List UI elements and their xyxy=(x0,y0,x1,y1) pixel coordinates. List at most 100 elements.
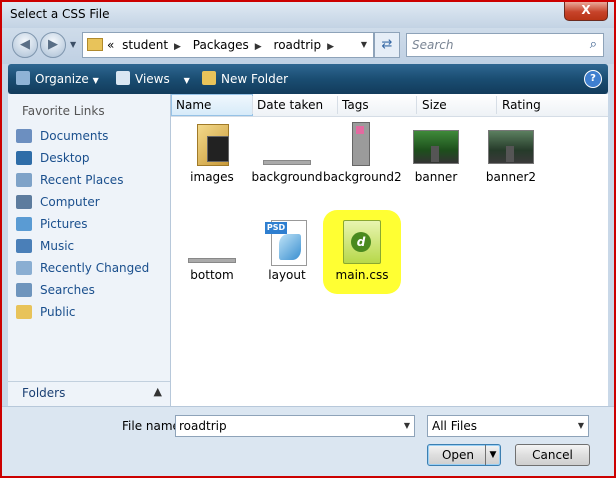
folder-icon xyxy=(87,38,103,51)
sidebar-item-label: Desktop xyxy=(40,151,90,165)
file-item-background2[interactable]: background2 xyxy=(323,122,402,184)
organize-button[interactable]: Organize ▼ xyxy=(16,71,99,86)
refresh-button[interactable]: ⇄ xyxy=(374,32,400,58)
chevron-down-icon: ▼ xyxy=(92,76,99,85)
folders-toggle[interactable]: Folders ▲ xyxy=(8,381,170,406)
file-dialog-window: Select a CSS File X ◀ ▶ ▼ « student ▶ Pac… xyxy=(0,0,616,478)
sidebar-item-public[interactable]: Public xyxy=(16,302,76,322)
recently-changed-icon xyxy=(16,261,32,275)
sidebar-item-label: Searches xyxy=(40,283,95,297)
column-header-name[interactable]: Name xyxy=(171,94,253,116)
road-image-icon xyxy=(413,122,459,166)
folders-label: Folders xyxy=(22,386,66,400)
sidebar-item-label: Public xyxy=(40,305,76,319)
back-arrow-icon: ◀ xyxy=(20,37,30,52)
back-button[interactable]: ◀ xyxy=(12,32,38,58)
help-button[interactable]: ? xyxy=(584,70,602,88)
file-item-bottom[interactable]: bottom xyxy=(174,220,250,282)
refresh-icon: ⇄ xyxy=(381,37,393,52)
folder-icon xyxy=(195,122,229,166)
sidebar-item-recently-changed[interactable]: Recently Changed xyxy=(16,258,149,278)
file-name: bottom xyxy=(190,268,234,282)
organize-label: Organize xyxy=(35,72,89,86)
search-box[interactable]: Search ⌕ xyxy=(406,33,604,57)
breadcrumb-item-roadtrip[interactable]: roadtrip xyxy=(274,38,322,52)
chevron-down-icon: ▼ xyxy=(577,421,584,430)
breadcrumb-item-packages[interactable]: Packages xyxy=(193,38,249,52)
sidebar-item-searches[interactable]: Searches xyxy=(16,280,95,300)
chevron-down-icon[interactable]: ▼ xyxy=(404,421,410,430)
file-name: banner xyxy=(414,170,458,184)
file-item-main-css[interactable]: d main.css xyxy=(323,210,401,294)
column-header-tags[interactable]: Tags xyxy=(342,98,369,116)
road-image-icon xyxy=(488,122,534,166)
breadcrumb-arrow-icon[interactable]: ▶ xyxy=(255,42,262,52)
file-item-layout[interactable]: PSD layout xyxy=(249,220,325,282)
sidebar-item-documents[interactable]: Documents xyxy=(16,126,108,146)
sidebar-item-computer[interactable]: Computer xyxy=(16,192,100,212)
open-options-dropdown[interactable]: ▼ xyxy=(485,445,500,465)
tall-image-icon xyxy=(352,122,370,166)
file-item-banner[interactable]: banner xyxy=(398,122,474,184)
file-name: background2 xyxy=(323,170,402,184)
favorite-links-heading: Favorite Links xyxy=(22,104,105,118)
breadcrumb-arrow-icon[interactable]: ▶ xyxy=(327,42,334,52)
recent-pages-chevron-icon[interactable]: ▼ xyxy=(70,40,76,49)
help-icon: ? xyxy=(590,73,596,84)
cancel-button[interactable]: Cancel xyxy=(515,444,590,466)
file-name: background xyxy=(251,170,323,184)
file-list-pane: Name Date taken Tags Size Rating images … xyxy=(171,94,608,406)
sidebar-item-pictures[interactable]: Pictures xyxy=(16,214,88,234)
breadcrumb-overflow[interactable]: « xyxy=(107,38,114,52)
breadcrumb: « student ▶ Packages ▶ roadtrip ▶ xyxy=(107,38,342,52)
open-button[interactable]: Open ▼ xyxy=(427,444,501,466)
file-name: layout xyxy=(268,268,306,282)
breadcrumb-item-student[interactable]: student xyxy=(122,38,168,52)
close-button[interactable]: X xyxy=(564,2,608,21)
new-folder-label: New Folder xyxy=(221,72,289,86)
column-header-rating[interactable]: Rating xyxy=(502,98,541,116)
sidebar-item-recent-places[interactable]: Recent Places xyxy=(16,170,123,190)
computer-icon xyxy=(16,195,32,209)
breadcrumb-arrow-icon[interactable]: ▶ xyxy=(174,42,181,52)
forward-button[interactable]: ▶ xyxy=(40,32,66,58)
column-separator[interactable] xyxy=(496,96,497,114)
sidebar-item-desktop[interactable]: Desktop xyxy=(16,148,90,168)
new-folder-button[interactable]: New Folder xyxy=(202,71,288,86)
css-file-icon: d xyxy=(343,220,381,264)
file-name: images xyxy=(190,170,234,184)
address-bar[interactable]: « student ▶ Packages ▶ roadtrip ▶ ▼ xyxy=(82,32,374,58)
search-input[interactable]: Search xyxy=(412,38,454,52)
views-icon xyxy=(116,71,130,85)
column-separator[interactable] xyxy=(337,96,338,114)
organize-icon xyxy=(16,71,30,85)
searches-icon xyxy=(16,283,32,297)
psd-file-icon: PSD xyxy=(265,220,309,266)
views-button[interactable]: Views ▼ xyxy=(116,71,190,86)
views-label: Views xyxy=(135,72,170,86)
file-item-banner2[interactable]: banner2 xyxy=(473,122,549,184)
column-header-row: Name Date taken Tags Size Rating xyxy=(171,94,608,117)
sidebar-item-label: Documents xyxy=(40,129,109,143)
column-separator[interactable] xyxy=(252,96,253,114)
sidebar-item-label: Recent Places xyxy=(40,173,124,187)
address-dropdown-icon[interactable]: ▼ xyxy=(361,40,367,49)
address-row: ◀ ▶ ▼ « student ▶ Packages ▶ roadtrip ▶ ▼ ⇄… xyxy=(2,28,614,64)
file-item-background[interactable]: background xyxy=(249,122,325,184)
chevron-down-icon: ▼ xyxy=(183,76,190,85)
bar-image-icon xyxy=(188,220,236,264)
file-type-select[interactable]: All Files ▼ xyxy=(427,415,589,437)
sidebar-item-label: Music xyxy=(40,239,75,253)
file-item-images[interactable]: images xyxy=(174,122,250,184)
title-bar[interactable]: Select a CSS File X xyxy=(2,2,614,28)
column-separator[interactable] xyxy=(416,96,417,114)
file-name: main.css xyxy=(335,268,389,282)
search-icon[interactable]: ⌕ xyxy=(590,37,597,52)
column-header-size[interactable]: Size xyxy=(422,98,447,116)
sidebar-item-music[interactable]: Music xyxy=(16,236,74,256)
desktop-icon xyxy=(16,151,32,165)
file-name-field[interactable]: roadtrip ▼ xyxy=(175,415,415,437)
command-bar: Organize ▼ Views ▼ New Folder ? xyxy=(8,64,608,94)
column-header-date-taken[interactable]: Date taken xyxy=(257,98,323,116)
public-folder-icon xyxy=(16,305,32,319)
